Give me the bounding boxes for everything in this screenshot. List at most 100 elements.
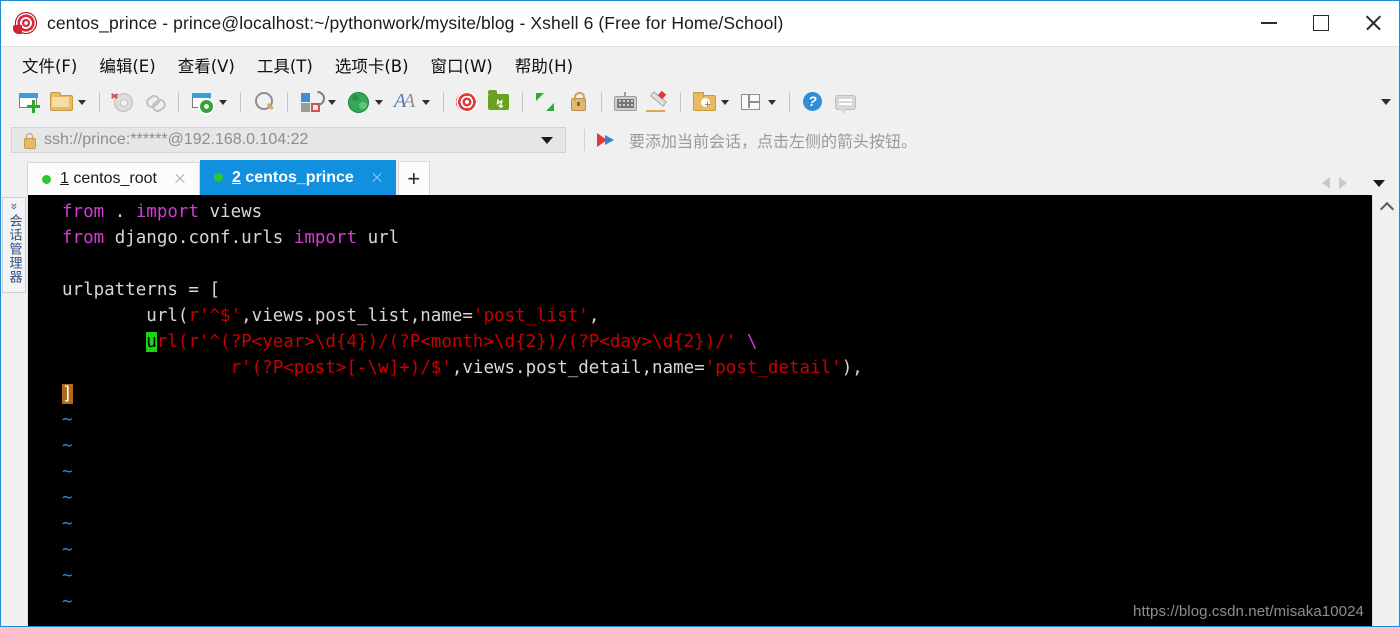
- chevron-down-icon[interactable]: [328, 99, 336, 105]
- tab-close-icon[interactable]: [171, 170, 189, 188]
- tab-label: 2 centos_prince: [231, 168, 354, 186]
- terminal-empty-line: ~: [62, 433, 1372, 459]
- terminal-empty-line: ~: [62, 537, 1372, 563]
- chevron-down-icon[interactable]: [219, 99, 227, 105]
- toolbar-overflow-icon[interactable]: [1381, 99, 1391, 105]
- terminal-text-span: ~: [62, 436, 73, 456]
- session-manager-sidebar[interactable]: » 会话管理器: [1, 195, 28, 626]
- terminal-text-span: ~: [62, 488, 73, 508]
- chevron-down-icon[interactable]: [375, 99, 383, 105]
- xshell-window: centos_prince - prince@localhost:~/pytho…: [0, 0, 1400, 627]
- tab-next-icon[interactable]: [1339, 177, 1347, 189]
- xshell-button[interactable]: [451, 87, 483, 117]
- terminal-empty-line: ~: [62, 407, 1372, 433]
- highlight-button[interactable]: [641, 87, 673, 117]
- session-manager-label: 会话管理器: [6, 213, 22, 284]
- terminal-text-span: urlpatterns = [: [62, 280, 221, 300]
- terminal-empty-line: ~: [62, 459, 1372, 485]
- terminal-code-line: url(r'^$',views.post_list,name='post_lis…: [62, 303, 1372, 329]
- expand-chevrons-icon[interactable]: »: [8, 203, 22, 210]
- tab-list-icon[interactable]: [1373, 180, 1385, 187]
- red-blue-arrow-icon: [597, 132, 619, 148]
- address-divider: [584, 129, 585, 151]
- keyboard-button[interactable]: [609, 87, 641, 117]
- terminal-text-span: .: [104, 202, 136, 222]
- close-button[interactable]: [1347, 1, 1399, 45]
- tab-label: 1 centos_root: [60, 170, 157, 187]
- tab-centos-prince[interactable]: 2 centos_prince: [199, 160, 396, 195]
- address-value[interactable]: ssh://prince:******@192.168.0.104:22: [44, 131, 541, 149]
- menu-file[interactable]: 文件(F): [11, 49, 88, 81]
- tab-centos-root[interactable]: 1 centos_root: [27, 162, 200, 195]
- terminal-code-line: urlpatterns = [: [62, 277, 1372, 303]
- terminal-text-span: ~: [62, 566, 73, 586]
- menu-tools[interactable]: 工具(T): [246, 49, 324, 81]
- menu-tabs[interactable]: 选项卡(B): [324, 49, 420, 81]
- scroll-track[interactable]: [1373, 217, 1399, 626]
- terminal-code-line: url(r'^(?P<year>\d{4})/(?P<month>\d{2})/…: [62, 329, 1372, 355]
- new-folder-button[interactable]: +: [688, 87, 735, 117]
- new-tab-button[interactable]: +: [397, 161, 430, 195]
- terminal-text-span: import: [135, 202, 199, 222]
- fullscreen-icon: [533, 90, 559, 114]
- terminal-text-span: ),: [841, 358, 863, 378]
- chevron-down-icon[interactable]: [78, 99, 86, 105]
- help-button[interactable]: [797, 87, 829, 117]
- menu-edit[interactable]: 编辑(E): [88, 49, 166, 81]
- new-session-button[interactable]: [13, 87, 45, 117]
- open-session-button[interactable]: [45, 87, 92, 117]
- session-properties-button[interactable]: [186, 87, 233, 117]
- font-icon: AA: [394, 90, 416, 112]
- xftp-button[interactable]: [483, 87, 515, 117]
- find-button[interactable]: [248, 87, 280, 117]
- scroll-up-icon[interactable]: [1373, 195, 1399, 217]
- menu-help[interactable]: 帮助(H): [504, 49, 584, 81]
- add-session-hint-text: 要添加当前会话，点击左侧的箭头按钮。: [629, 132, 918, 151]
- reconnect-icon: [142, 90, 168, 114]
- menu-view[interactable]: 查看(V): [167, 49, 246, 81]
- terminal-code-line: r'(?P<post>[-\w]+)/$',views.post_detail,…: [62, 355, 1372, 381]
- terminal-code-line: [62, 251, 1372, 277]
- terminal-text-span: r'(?P<post>[-\w]+)/$': [230, 358, 452, 378]
- minimize-button[interactable]: [1243, 1, 1295, 45]
- menu-window[interactable]: 窗口(W): [420, 49, 504, 81]
- session-manager-panel[interactable]: » 会话管理器: [2, 197, 26, 293]
- open-folder-icon: [48, 90, 74, 114]
- terminal-text-span: ~: [62, 592, 73, 612]
- terminal-text-span: 'post_detail': [704, 358, 842, 378]
- address-input[interactable]: ssh://prince:******@192.168.0.104:22: [11, 127, 566, 153]
- split-layout-button[interactable]: [735, 87, 782, 117]
- terminal-code-line: from django.conf.urls import url: [62, 225, 1372, 251]
- fullscreen-button[interactable]: [530, 87, 562, 117]
- tab-prev-icon[interactable]: [1322, 177, 1330, 189]
- chat-button[interactable]: [829, 87, 861, 117]
- layout-transfer-icon: [298, 87, 329, 114]
- find-icon: [251, 90, 277, 114]
- chevron-down-icon[interactable]: [422, 99, 430, 105]
- lock-icon: [565, 90, 591, 114]
- terminal-text-span: from: [62, 202, 105, 222]
- terminal-text-span: ,views.post_list,name=: [241, 306, 473, 326]
- chat-icon: [832, 90, 858, 114]
- terminal-text-span: ~: [62, 514, 73, 534]
- address-dropdown-icon[interactable]: [541, 136, 553, 144]
- xshell-icon: [454, 90, 480, 114]
- reconnect-button[interactable]: [139, 87, 171, 117]
- toolbar-divider: [240, 92, 241, 112]
- xshell-snail-icon: [13, 10, 39, 36]
- vertical-scrollbar[interactable]: [1372, 195, 1399, 626]
- transfer-button[interactable]: [295, 87, 342, 117]
- toolbar-divider: [680, 92, 681, 112]
- font-button[interactable]: AA: [389, 87, 436, 117]
- lock-button[interactable]: [562, 87, 594, 117]
- terminal-text-span: from: [62, 228, 105, 248]
- chevron-down-icon[interactable]: [768, 99, 776, 105]
- chevron-down-icon[interactable]: [721, 99, 729, 105]
- maximize-button[interactable]: [1295, 1, 1347, 45]
- new-folder-icon: +: [691, 90, 717, 114]
- terminal-screen[interactable]: from . import views from django.conf.urls…: [28, 195, 1372, 626]
- disconnect-button[interactable]: [107, 87, 139, 117]
- tab-close-icon[interactable]: [368, 169, 386, 187]
- encoding-button[interactable]: [342, 87, 389, 117]
- terminal-text-span: [62, 332, 146, 352]
